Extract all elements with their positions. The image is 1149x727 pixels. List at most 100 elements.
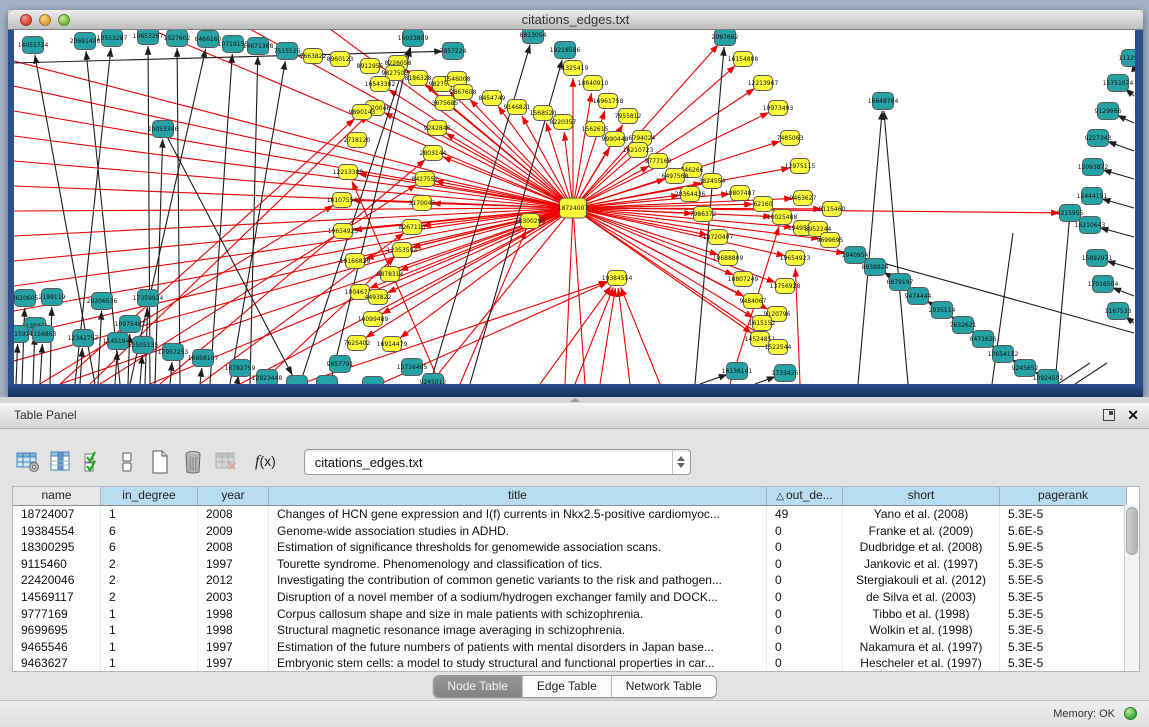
table-selector-dropdown[interactable]: citations_edges.txt: [304, 449, 691, 475]
close-panel-icon[interactable]: ✕: [1127, 407, 1139, 423]
node-label: 16099489: [358, 316, 389, 323]
select-all-rows-icon[interactable]: [80, 447, 108, 477]
network-view[interactable]: 1405572420691406105532871065326715276026…: [14, 30, 1135, 384]
citation-edge-red: [621, 287, 660, 384]
citation-edge-black: [1103, 170, 1134, 179]
new-document-icon[interactable]: [146, 447, 174, 477]
node-label: 9777169: [645, 158, 672, 165]
tab-node-table[interactable]: Node Table: [433, 676, 523, 697]
table-row[interactable]: 1872400712008Changes of HCN gene express…: [13, 506, 1139, 523]
citation-edge-red: [565, 208, 573, 384]
panel-resize-handle[interactable]: [570, 398, 580, 402]
citation-edge-red: [14, 208, 573, 286]
unselect-all-rows-icon[interactable]: [113, 447, 141, 477]
citation-edge-red: [14, 61, 573, 208]
table-row[interactable]: 911546021997Tourette syndrome. Phenomeno…: [13, 556, 1139, 573]
citation-edge-red: [384, 113, 573, 208]
table-row[interactable]: 1830029562008Estimation of significance …: [13, 539, 1139, 556]
show-columns-icon[interactable]: [47, 447, 75, 477]
cell-pagerank: 5.3E-5: [1000, 589, 1127, 606]
cell-pagerank: 5.5E-5: [1000, 572, 1127, 589]
cell-year: 1997: [198, 639, 269, 656]
node-label: 1546008: [444, 76, 471, 83]
column-header-out-de-[interactable]: △out_de...: [767, 487, 843, 505]
cell-pagerank: 5.9E-5: [1000, 539, 1127, 556]
table-row[interactable]: 977716911998Corpus callosum shape and si…: [13, 606, 1139, 623]
graph-node[interactable]: [317, 376, 338, 385]
citation-edge-black: [1102, 199, 1134, 208]
node-label: 19218586: [550, 47, 581, 54]
node-label: 2867608: [450, 89, 477, 96]
citation-network-graph[interactable]: 1405572420691406105532871065326715276026…: [14, 30, 1135, 384]
cell-name: 18724007: [13, 506, 101, 523]
node-label: 9990448: [602, 136, 629, 143]
node-label: 12975115: [785, 163, 816, 170]
node-label: 7986372: [690, 211, 717, 218]
citation-edge-red: [14, 208, 573, 261]
node-label: 3824554: [699, 178, 726, 185]
node-label: 10924502: [1033, 375, 1064, 382]
cell-name: 9465546: [13, 639, 101, 656]
node-label: 3170043: [409, 200, 436, 207]
cell-out-de-: 0: [767, 606, 843, 623]
function-builder-icon[interactable]: f(x): [255, 453, 276, 471]
table-row[interactable]: 2242004622012Investigating the contribut…: [13, 572, 1139, 589]
node-label: 8215955: [1057, 210, 1084, 217]
node-label: 8878314: [377, 271, 404, 278]
node-label: 12213967: [748, 80, 779, 87]
table-settings-icon[interactable]: [14, 447, 42, 477]
table-row[interactable]: 946554611997Estimation of the future num…: [13, 639, 1139, 656]
sort-ascending-icon: △: [776, 491, 784, 502]
cell-title: Structural magnetic resonance image aver…: [269, 622, 767, 639]
node-label: 18107554: [327, 197, 358, 204]
table-scrollbar[interactable]: [1124, 505, 1139, 671]
node-label: 10653267: [133, 33, 164, 40]
citation-edge-black: [1100, 228, 1134, 237]
tab-network-table[interactable]: Network Table: [612, 676, 716, 697]
citation-edge-red: [14, 208, 573, 211]
scrollbar-thumb[interactable]: [1126, 507, 1138, 555]
node-label: 8267110: [399, 224, 426, 231]
node-label: 1112541: [1119, 55, 1135, 62]
citation-edge-red: [540, 286, 611, 384]
graph-node[interactable]: [287, 376, 308, 385]
node-label: 2935114: [929, 307, 956, 314]
delete-rows-icon[interactable]: [179, 447, 207, 477]
node-label: 2803144: [420, 150, 447, 157]
column-header-title[interactable]: title: [269, 487, 767, 505]
node-label: 7485063: [777, 135, 804, 142]
citation-edge-black: [140, 355, 142, 384]
cell-title: Changes of HCN gene expression and I(f) …: [269, 506, 767, 523]
cell-in-degree: 6: [101, 539, 198, 556]
node-label: 1527602: [164, 35, 191, 42]
column-header-year[interactable]: year: [198, 487, 269, 505]
delete-table-icon[interactable]: [212, 447, 240, 477]
table-row[interactable]: 1938455462009Genome-wide association stu…: [13, 523, 1139, 540]
window-titlebar[interactable]: citations_edges.txt: [8, 10, 1143, 30]
node-label: 20206536: [87, 298, 118, 305]
tab-edge-table[interactable]: Edge Table: [523, 676, 612, 697]
cell-out-de-: 0: [767, 539, 843, 556]
cell-out-de-: 0: [767, 523, 843, 540]
float-panel-icon[interactable]: [1103, 409, 1115, 421]
cell-pagerank: 5.3E-5: [1000, 606, 1127, 623]
desktop-background: [1143, 10, 1149, 402]
graph-node[interactable]: [363, 377, 384, 385]
table-row[interactable]: 946362711997Embryonic stem cells: a mode…: [13, 655, 1139, 672]
table-row[interactable]: 969969511998Structural magnetic resonanc…: [13, 622, 1139, 639]
citation-edge-black: [170, 362, 172, 384]
node-label: 8454749: [479, 95, 506, 102]
cell-title: Genome-wide association studies in ADHD.: [269, 523, 767, 540]
column-header-pagerank[interactable]: pagerank: [1000, 487, 1127, 505]
selected-table-name: citations_edges.txt: [305, 455, 423, 470]
column-header-in-degree[interactable]: in_degree: [101, 487, 198, 505]
table-row[interactable]: 1456911722003Disruption of a novel membe…: [13, 589, 1139, 606]
node-label: 17359924: [133, 295, 164, 302]
cell-short: Franke et al. (2009): [843, 523, 1000, 540]
table-panel-header: Table Panel ✕: [0, 403, 1149, 429]
column-header-name[interactable]: name: [13, 487, 101, 505]
column-header-short[interactable]: short: [843, 487, 1000, 505]
cell-short: Jankovic et al. (1997): [843, 556, 1000, 573]
node-label: 8186328: [405, 75, 432, 82]
node-label: 7857224: [440, 48, 467, 55]
